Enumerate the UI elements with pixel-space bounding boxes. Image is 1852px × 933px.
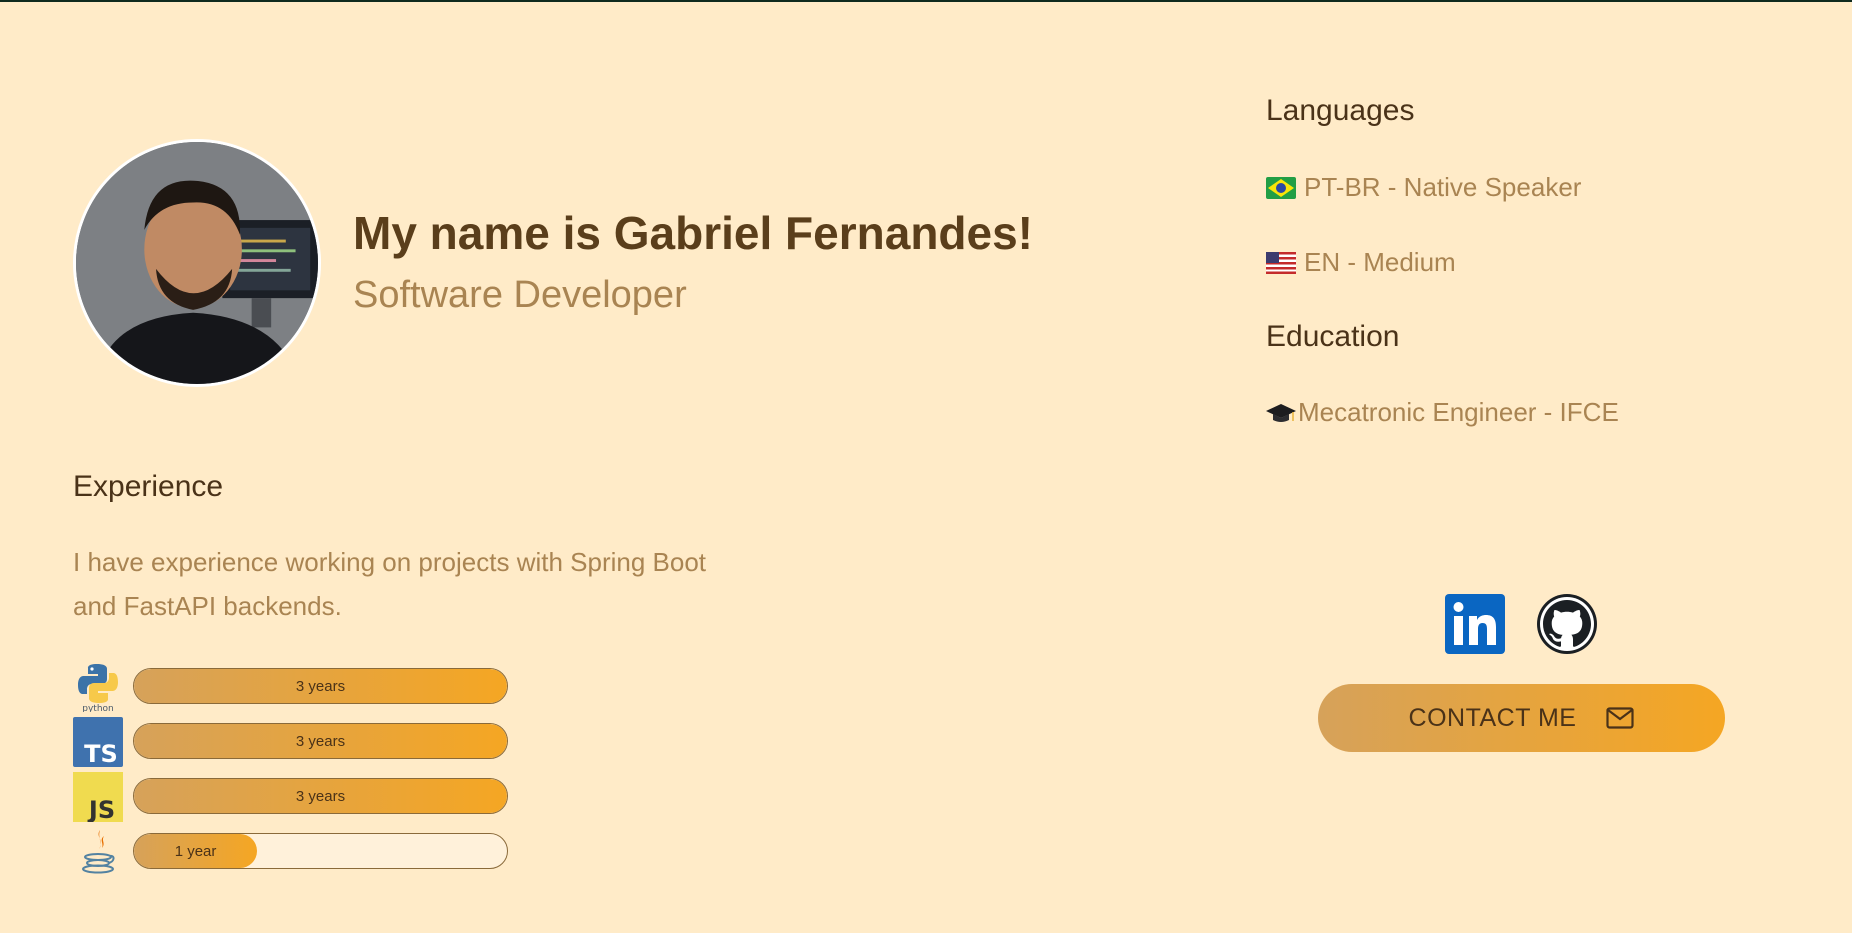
svg-text:JS: JS xyxy=(87,796,115,822)
profile-avatar xyxy=(73,139,321,387)
mail-icon xyxy=(1606,707,1635,729)
skill-row-python: python 3 years xyxy=(73,662,513,717)
skill-duration: 3 years xyxy=(295,787,346,805)
skill-bar: 3 years xyxy=(133,778,508,814)
python-logo-text: python xyxy=(82,704,113,712)
education-heading: Education xyxy=(1266,320,1400,353)
linkedin-link[interactable] xyxy=(1445,594,1505,654)
java-logo-icon xyxy=(82,830,115,874)
github-link[interactable] xyxy=(1537,594,1597,654)
language-item-ptbr: PT-BR - Native Speaker xyxy=(1266,172,1581,203)
skill-bar: 1 year xyxy=(133,833,508,869)
languages-heading: Languages xyxy=(1266,94,1415,127)
skills-list: python 3 years TS 3 years JS 3 years 1 y… xyxy=(73,662,513,882)
skill-bar: 3 years xyxy=(133,668,508,704)
skill-duration: 1 year xyxy=(174,842,217,860)
profile-photo xyxy=(76,142,318,384)
brazil-flag-icon xyxy=(1266,176,1296,199)
linkedin-icon xyxy=(1445,594,1505,654)
language-label: EN - Medium xyxy=(1304,247,1456,277)
language-label: PT-BR - Native Speaker xyxy=(1304,172,1582,202)
job-title: Software Developer xyxy=(353,274,687,316)
experience-heading: Experience xyxy=(73,470,224,503)
education-label: Mecatronic Engineer - IFCE xyxy=(1298,397,1619,427)
graduation-cap-icon xyxy=(1266,403,1296,422)
skill-row-typescript: TS 3 years xyxy=(73,717,513,772)
contact-me-button[interactable]: CONTACT ME xyxy=(1318,684,1725,752)
education-item: Mecatronic Engineer - IFCE xyxy=(1266,397,1619,428)
github-icon xyxy=(1537,594,1597,654)
skill-row-java: 1 year xyxy=(73,827,513,882)
javascript-logo-icon: JS xyxy=(73,772,123,822)
contact-me-label: CONTACT ME xyxy=(1408,703,1577,732)
typescript-logo-icon: TS xyxy=(73,717,123,767)
svg-text:TS: TS xyxy=(84,740,118,767)
python-logo-icon: python xyxy=(78,664,118,712)
skill-row-javascript: JS 3 years xyxy=(73,772,513,827)
usa-flag-icon xyxy=(1266,251,1296,274)
language-item-en: EN - Medium xyxy=(1266,247,1456,278)
skill-duration: 3 years xyxy=(295,677,346,695)
skill-duration: 3 years xyxy=(295,732,346,750)
skill-bar: 3 years xyxy=(133,723,508,759)
page-title: My name is Gabriel Fernandes! xyxy=(353,207,1034,259)
experience-description: I have experience working on projects wi… xyxy=(73,547,707,621)
